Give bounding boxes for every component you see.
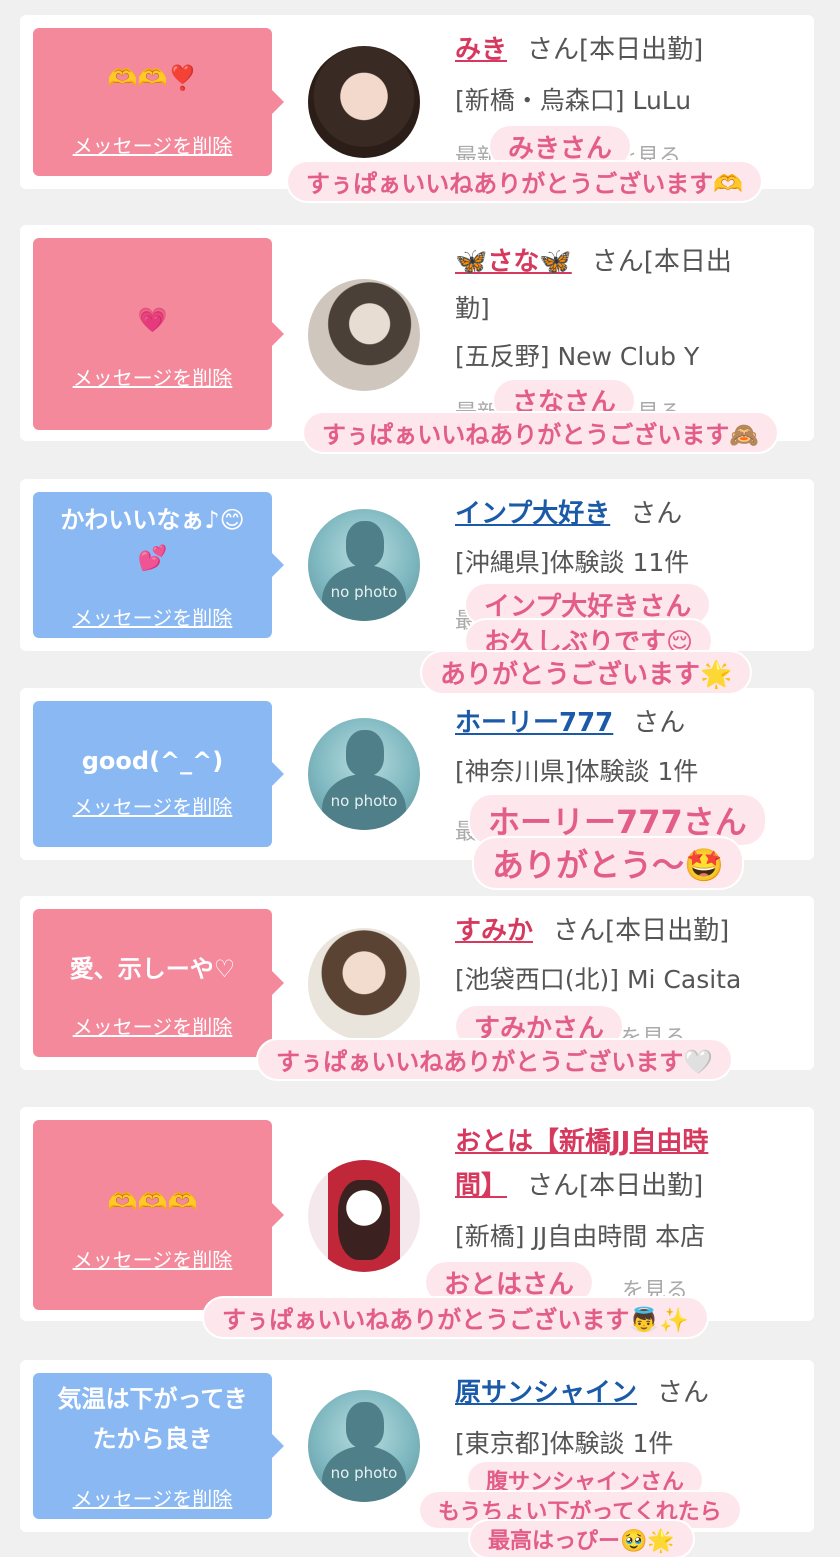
sticker-text: すぅぱぁいいねありがとうございます🤍 (258, 1040, 732, 1079)
sticker-text: おとはさん (426, 1262, 593, 1303)
san-label: さん (553, 916, 606, 946)
name-line: すみか さん[本日出勤] (455, 908, 804, 954)
no-photo-label: no photo (330, 583, 398, 601)
user-name-link[interactable]: すみか (455, 916, 533, 946)
user-name-link[interactable]: インプ大好き (455, 499, 610, 529)
message-text: 🫶🫶🫶 (107, 1188, 198, 1216)
san-label: さん (527, 1171, 580, 1201)
sticker-text: すぅぱぁいいねありがとうございます🫶 (288, 162, 762, 201)
message-text: 🫶🫶❣️ (107, 64, 198, 92)
silhouette-head (346, 730, 384, 776)
user-name-link[interactable]: 🦋さな🦋 (455, 247, 572, 277)
sticker-text: すぅぱぁいいねありがとうございます🙈 (304, 413, 778, 452)
sticker-text: インプ大好きさん (466, 584, 710, 625)
avatar-no-photo[interactable]: no photo (308, 509, 420, 621)
name-line: 原サンシャイン さん (455, 1370, 804, 1416)
message-text: 💗 (137, 306, 168, 334)
avatar-no-photo[interactable]: no photo (308, 1390, 420, 1502)
san-label: さん (630, 499, 683, 529)
delete-message-link[interactable]: メッセージを削除 (33, 791, 272, 820)
message-bubble: 🫶🫶❣️ メッセージを削除 (33, 28, 284, 176)
shop-info: [池袋西口(北)] Mi Casita (455, 965, 742, 994)
status-label: [本日出 (643, 247, 732, 277)
review-info: [沖縄県]体験談 11件 (455, 548, 690, 577)
delete-message-link[interactable]: メッセージを削除 (33, 130, 272, 159)
review-info: [神奈川県]体験談 1件 (455, 757, 699, 786)
message-text: 気温は下がってき (57, 1385, 248, 1413)
message-text: 愛、示しーや♡ (69, 955, 236, 983)
delete-message-link[interactable]: メッセージを削除 (33, 602, 272, 631)
shop-info: [五反野] New Club Y (455, 342, 700, 371)
san-label: さん (657, 1378, 710, 1408)
avatar[interactable] (308, 46, 420, 158)
shop-info: [新橋・烏森口] LuLu (455, 86, 692, 115)
message-bubble: かわいいなぁ♪😊 💕 メッセージを削除 (33, 492, 284, 638)
avatar-no-photo[interactable]: no photo (308, 718, 420, 830)
message-text: かわいいなぁ♪😊 (60, 506, 245, 534)
sticker-text: ありがとうございます🌟 (422, 652, 751, 693)
user-name-link[interactable]: ホーリー777 (455, 708, 613, 738)
name-line: みき さん[本日出勤] (455, 27, 804, 73)
sticker-text: 最高はっぴー🥹🌟 (470, 1521, 693, 1557)
message-text: たから良き (92, 1425, 213, 1453)
user-name-link[interactable]: みき (455, 35, 507, 65)
avatar[interactable] (308, 279, 420, 391)
user-name-link[interactable]: 原サンシャイン (455, 1378, 637, 1408)
avatar[interactable] (308, 1160, 420, 1272)
message-bubble: 🫶🫶🫶 メッセージを削除 (33, 1120, 284, 1310)
san-label: さん (591, 247, 644, 277)
delete-message-link[interactable]: メッセージを削除 (33, 362, 272, 391)
shop-info: [新橋] JJ自由時間 本店 (455, 1222, 706, 1251)
no-photo-label: no photo (330, 792, 398, 810)
message-bubble: good(^_^) メッセージを削除 (33, 701, 284, 847)
status-label: [本日出勤] (579, 1171, 704, 1201)
message-text: 💕 (137, 544, 168, 572)
user-name-link[interactable]: おとは【新橋JJ自由時 (455, 1127, 708, 1157)
status-label-cont: 勤] (455, 294, 490, 323)
silhouette-head (346, 1402, 384, 1448)
name-line: おとは【新橋JJ自由時 (455, 1119, 804, 1165)
name-line: 🦋さな🦋 さん[本日出 (455, 239, 804, 285)
san-label: さん (633, 708, 686, 738)
no-photo-label: no photo (330, 1464, 398, 1482)
status-label: [本日出勤] (579, 35, 704, 65)
message-card: 💗 メッセージを削除 🦋さな🦋 さん[本日出 勤] [五反野] New Club … (20, 225, 814, 441)
san-label: さん (527, 35, 580, 65)
delete-message-link[interactable]: メッセージを削除 (33, 1483, 272, 1512)
silhouette-head (346, 521, 384, 567)
user-name-link-cont[interactable]: 間】 (455, 1171, 507, 1201)
status-label: [本日出勤] (605, 916, 730, 946)
name-line-cont: 間】 さん[本日出勤] (455, 1163, 804, 1209)
message-bubble: 💗 メッセージを削除 (33, 238, 284, 430)
message-bubble: 愛、示しーや♡ メッセージを削除 (33, 909, 284, 1057)
name-line: ホーリー777 さん (455, 700, 804, 746)
message-card: 🫶🫶🫶 メッセージを削除 おとは【新橋JJ自由時 間】 さん[本日出勤] [新橋]… (20, 1107, 814, 1321)
avatar[interactable] (308, 928, 420, 1040)
review-info: [東京都]体験談 1件 (455, 1429, 674, 1458)
sticker-text: ありがとう〜🤩 (474, 838, 742, 888)
sticker-text: すぅぱぁいいねありがとうございます👼✨ (204, 1298, 708, 1337)
name-line: インプ大好き さん (455, 491, 804, 537)
sticker-text: みきさん (490, 126, 631, 167)
message-bubble: 気温は下がってき たから良き メッセージを削除 (33, 1373, 284, 1519)
delete-message-link[interactable]: メッセージを削除 (33, 1011, 272, 1040)
message-text: good(^_^) (81, 747, 224, 775)
delete-message-link[interactable]: メッセージを削除 (33, 1244, 272, 1273)
